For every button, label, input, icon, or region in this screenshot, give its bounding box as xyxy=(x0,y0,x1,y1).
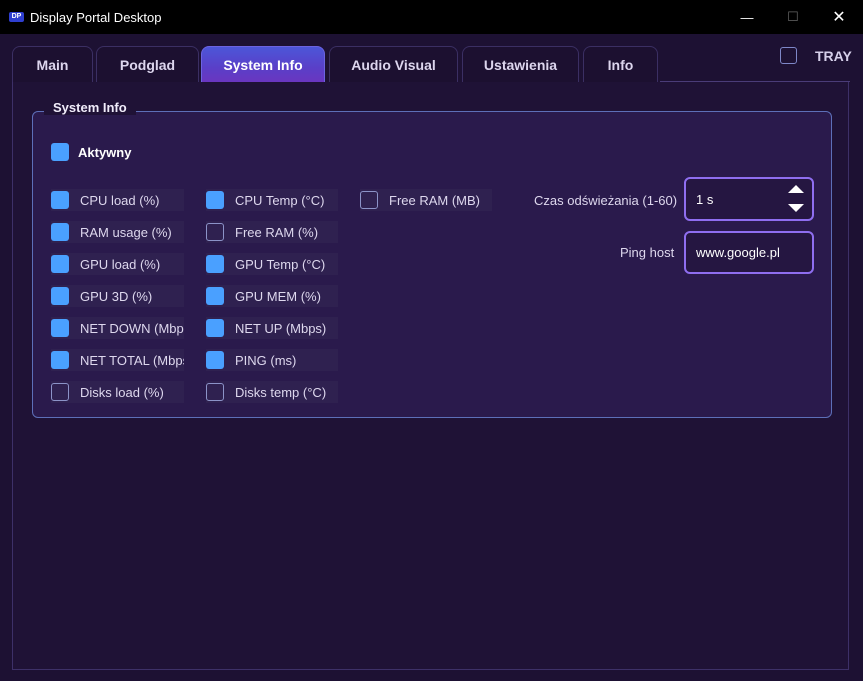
checkbox-gpu-mem[interactable]: GPU MEM (%) xyxy=(206,285,338,307)
tab-audio-visual[interactable]: Audio Visual xyxy=(329,46,458,82)
checkbox-box xyxy=(206,191,224,209)
refresh-value: 1 s xyxy=(696,191,714,207)
checkbox-gpu-load[interactable]: GPU load (%) xyxy=(51,253,184,275)
window-title: Display Portal Desktop xyxy=(30,10,162,25)
spin-up-icon[interactable] xyxy=(788,185,804,193)
checkbox-box xyxy=(51,319,69,337)
minimize-button[interactable]: — xyxy=(724,0,770,34)
checkbox-label: Disks load (%) xyxy=(80,384,164,400)
checkbox-ping[interactable]: PING (ms) xyxy=(206,349,338,371)
checkbox-label: Free RAM (MB) xyxy=(389,192,480,208)
tray-checkbox[interactable] xyxy=(780,47,797,64)
tray-label: TRAY xyxy=(815,48,852,64)
checkbox-gpu-temp[interactable]: GPU Temp (°C) xyxy=(206,253,338,275)
close-icon: ✕ xyxy=(832,9,846,26)
title-bar: DP Display Portal Desktop — ☐ ✕ xyxy=(0,0,863,34)
ping-host-input[interactable]: www.google.pl xyxy=(684,231,814,274)
refresh-spinbox[interactable]: 1 s xyxy=(684,177,814,221)
tab-main[interactable]: Main xyxy=(12,46,93,82)
close-button[interactable]: ✕ xyxy=(816,0,862,34)
maximize-icon: ☐ xyxy=(787,9,799,24)
ping-host-value: www.google.pl xyxy=(696,245,780,260)
checkbox-box xyxy=(206,223,224,241)
checkbox-label: GPU Temp (°C) xyxy=(235,256,326,272)
checkbox-box xyxy=(206,255,224,273)
checkbox-label: NET TOTAL (Mbps xyxy=(80,352,184,368)
checkbox-box xyxy=(51,255,69,273)
checkbox-free-ram-pct[interactable]: Free RAM (%) xyxy=(206,221,338,243)
checkbox-net-total[interactable]: NET TOTAL (Mbps xyxy=(51,349,184,371)
refresh-label: Czas odświeżania (1-60) xyxy=(534,193,678,208)
checkbox-cpu-temp[interactable]: CPU Temp (°C) xyxy=(206,189,338,211)
checkbox-label: GPU MEM (%) xyxy=(235,288,321,304)
checkbox-net-up[interactable]: NET UP (Mbps) xyxy=(206,317,338,339)
tab-ustawienia[interactable]: Ustawienia xyxy=(462,46,579,82)
checkbox-box xyxy=(206,319,224,337)
checkbox-label: NET DOWN (Mbp xyxy=(80,320,184,336)
checkbox-label: GPU load (%) xyxy=(80,256,161,272)
checkbox-box xyxy=(51,383,69,401)
checkbox-box xyxy=(51,223,69,241)
checkbox-box xyxy=(206,383,224,401)
checkbox-box xyxy=(51,143,69,161)
checkbox-label: Aktywny xyxy=(78,144,132,160)
tab-podglad[interactable]: Podglad xyxy=(96,46,199,82)
checkbox-box xyxy=(360,191,378,209)
checkbox-gpu-3d[interactable]: GPU 3D (%) xyxy=(51,285,184,307)
checkbox-net-down[interactable]: NET DOWN (Mbp xyxy=(51,317,184,339)
checkbox-label: GPU 3D (%) xyxy=(80,288,153,304)
ping-host-label: Ping host xyxy=(620,245,675,260)
checkbox-box xyxy=(51,287,69,305)
checkbox-ram-usage[interactable]: RAM usage (%) xyxy=(51,221,184,243)
aktywny-checkbox[interactable]: Aktywny xyxy=(51,143,131,161)
checkbox-label: Free RAM (%) xyxy=(235,224,319,240)
checkbox-disks-load[interactable]: Disks load (%) xyxy=(51,381,184,403)
tab-info[interactable]: Info xyxy=(583,46,658,82)
checkbox-label: PING (ms) xyxy=(235,352,297,368)
checkbox-label: RAM usage (%) xyxy=(80,224,172,240)
tab-system-info[interactable]: System Info xyxy=(201,46,325,82)
checkbox-free-ram-mb[interactable]: Free RAM (MB) xyxy=(360,189,492,211)
checkbox-label: CPU Temp (°C) xyxy=(235,192,325,208)
spin-down-icon[interactable] xyxy=(788,204,804,212)
checkbox-label: NET UP (Mbps) xyxy=(235,320,327,336)
minimize-icon: — xyxy=(740,9,754,25)
maximize-button[interactable]: ☐ xyxy=(770,0,816,34)
checkbox-box xyxy=(51,351,69,369)
group-title: System Info xyxy=(44,100,136,115)
app-logo-icon: DP xyxy=(9,12,24,22)
checkbox-cpu-load[interactable]: CPU load (%) xyxy=(51,189,184,211)
checkbox-label: Disks temp (°C) xyxy=(235,384,327,400)
checkbox-box xyxy=(206,287,224,305)
checkbox-box xyxy=(51,191,69,209)
checkbox-disks-temp[interactable]: Disks temp (°C) xyxy=(206,381,338,403)
checkbox-box xyxy=(206,351,224,369)
checkbox-label: CPU load (%) xyxy=(80,192,160,208)
